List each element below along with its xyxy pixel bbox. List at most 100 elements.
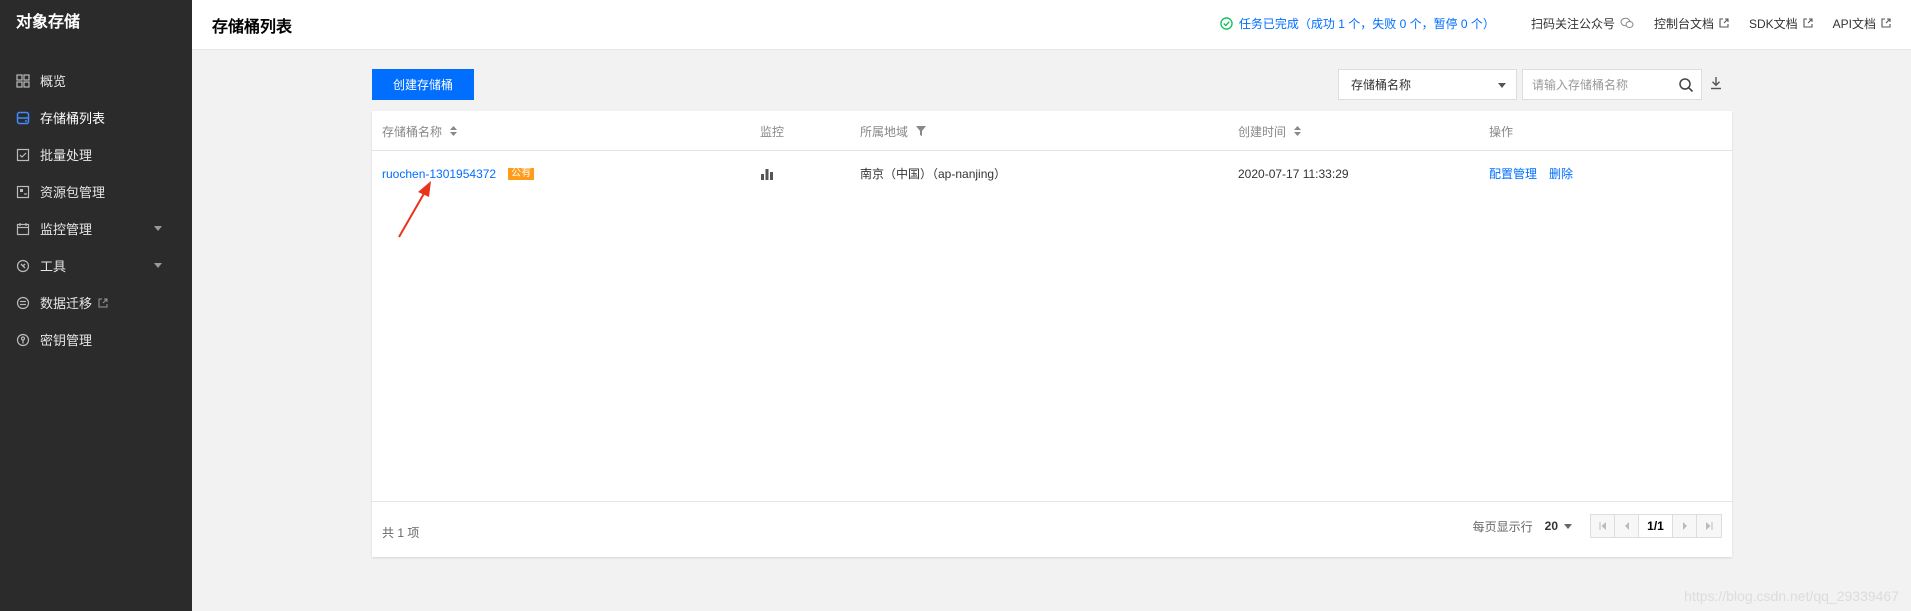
console-docs-link[interactable]: 控制台文档 xyxy=(1654,15,1729,32)
package-icon xyxy=(16,185,30,199)
sdk-docs-label: SDK文档 xyxy=(1748,16,1798,31)
sidebar-item-label: 存储桶列表 xyxy=(40,111,106,126)
next-page-icon xyxy=(1682,522,1687,530)
prev-page-icon xyxy=(1624,522,1629,530)
migrate-icon xyxy=(16,296,30,310)
column-monitor-label: 监控 xyxy=(760,124,785,139)
chevron-down-icon xyxy=(1498,83,1506,88)
filter-field-select[interactable]: 存储桶名称 xyxy=(1338,69,1517,100)
external-link-icon xyxy=(1881,18,1891,28)
table-row: ruochen-1301954372 公有 南京（中国）（ap-nanjing）… xyxy=(372,152,1732,195)
header-actions: 任务已完成（成功 1 个，失败 0 个，暂停 0 个） 扫码关注公众号 控制台文… xyxy=(1220,0,1911,46)
check-circle-icon xyxy=(1220,16,1233,30)
chevron-down-icon xyxy=(154,263,162,268)
sidebar-item-tools[interactable]: 工具 xyxy=(0,247,192,284)
sidebar-item-label: 概览 xyxy=(40,74,67,89)
sidebar-item-bucket-list[interactable]: 存储桶列表 xyxy=(0,99,192,136)
table-footer: 共 1 项 每页显示行 20 1/1 xyxy=(372,501,1732,557)
brand-title: 对象存储 xyxy=(16,14,81,31)
column-created-label: 创建时间 xyxy=(1238,124,1287,139)
sidebar-item-package[interactable]: 资源包管理 xyxy=(0,173,192,210)
prev-page-button[interactable] xyxy=(1615,515,1639,537)
table-header: 存储桶名称 监控 所属地域 创建时间 操作 xyxy=(372,111,1732,151)
sidebar-item-migration[interactable]: 数据迁移 xyxy=(0,284,192,321)
grid-icon xyxy=(16,73,30,88)
column-actions-label: 操作 xyxy=(1489,124,1514,139)
last-page-icon xyxy=(1706,522,1713,530)
column-header-monitor: 监控 xyxy=(760,111,784,151)
next-page-button[interactable] xyxy=(1673,515,1697,537)
bar-chart-icon[interactable] xyxy=(760,167,774,181)
sort-icon[interactable] xyxy=(450,126,458,136)
current-page: 1/1 xyxy=(1639,515,1673,537)
sidebar-item-label: 工具 xyxy=(40,259,67,274)
sdk-docs-link[interactable]: SDK文档 xyxy=(1749,15,1813,32)
batch-icon xyxy=(16,148,30,162)
console-docs-label: 控制台文档 xyxy=(1653,16,1714,31)
first-page-button[interactable] xyxy=(1591,515,1615,537)
sort-icon[interactable] xyxy=(1294,126,1302,136)
search-icon[interactable] xyxy=(1678,77,1694,93)
filter-icon[interactable] xyxy=(916,126,927,136)
task-status[interactable]: 任务已完成（成功 1 个，失败 0 个，暂停 0 个） xyxy=(1220,15,1495,32)
pagination: 每页显示行 20 1/1 xyxy=(1473,514,1722,538)
per-page-select[interactable]: 20 xyxy=(1545,519,1572,533)
region-cell: 南京（中国）（ap-nanjing） xyxy=(860,167,1007,181)
column-header-created[interactable]: 创建时间 xyxy=(1238,111,1302,151)
page-title: 存储桶列表 xyxy=(212,19,293,36)
api-docs-label: API文档 xyxy=(1832,16,1876,31)
calendar-icon xyxy=(16,222,30,236)
wechat-icon xyxy=(1620,17,1634,28)
page-controls: 1/1 xyxy=(1590,514,1722,538)
sidebar: 对象存储 概览 存储桶列表 批量处理 资源包管理 监控管理 工具 数据迁移 密钥… xyxy=(0,0,192,611)
chevron-down-icon xyxy=(154,226,162,231)
sidebar-item-label: 数据迁移 xyxy=(40,296,93,311)
watermark-text: https://blog.csdn.net/qq_29339467 xyxy=(1684,588,1899,604)
task-status-text: 任务已完成（成功 1 个，失败 0 个，暂停 0 个） xyxy=(1238,16,1495,31)
total-count: 共 1 项 xyxy=(382,526,420,540)
column-header-actions: 操作 xyxy=(1489,111,1513,151)
delete-link[interactable]: 删除 xyxy=(1549,165,1573,182)
external-link-icon xyxy=(1719,18,1729,28)
tool-icon xyxy=(16,259,30,273)
create-bucket-button[interactable]: 创建存储桶 xyxy=(372,69,474,100)
top-header: 存储桶列表 任务已完成（成功 1 个，失败 0 个，暂停 0 个） 扫码关注公众… xyxy=(192,0,1911,50)
per-page-value: 20 xyxy=(1544,519,1558,533)
bucket-name-link[interactable]: ruochen-1301954372 xyxy=(382,167,496,181)
search-input[interactable] xyxy=(1523,70,1673,99)
sidebar-item-label: 密钥管理 xyxy=(40,333,93,348)
wechat-follow-link[interactable]: 扫码关注公众号 xyxy=(1531,15,1634,32)
download-icon[interactable] xyxy=(1710,76,1722,90)
public-badge: 公有 xyxy=(508,167,535,180)
config-manage-link[interactable]: 配置管理 xyxy=(1489,165,1537,182)
column-name-label: 存储桶名称 xyxy=(382,124,443,139)
external-link-icon xyxy=(1803,18,1813,28)
bucket-table: 存储桶名称 监控 所属地域 创建时间 操作 ruochen-1301954372… xyxy=(372,111,1732,557)
external-link-icon xyxy=(98,298,108,308)
last-page-button[interactable] xyxy=(1697,515,1721,537)
column-header-name[interactable]: 存储桶名称 xyxy=(382,111,458,151)
sidebar-item-monitor[interactable]: 监控管理 xyxy=(0,210,192,247)
sidebar-item-label: 批量处理 xyxy=(40,148,93,163)
api-docs-link[interactable]: API文档 xyxy=(1833,15,1891,32)
created-time-cell: 2020-07-17 11:33:29 xyxy=(1238,166,1349,181)
column-region-label: 所属地域 xyxy=(860,124,909,139)
column-header-region[interactable]: 所属地域 xyxy=(860,111,927,151)
search-field xyxy=(1522,69,1702,100)
chevron-down-icon xyxy=(1564,523,1572,529)
first-page-icon xyxy=(1599,522,1606,530)
wechat-follow-label: 扫码关注公众号 xyxy=(1530,16,1615,31)
bucket-icon xyxy=(16,111,30,125)
sidebar-item-label: 监控管理 xyxy=(40,222,93,237)
sidebar-item-batch[interactable]: 批量处理 xyxy=(0,136,192,173)
sidebar-item-label: 资源包管理 xyxy=(40,185,106,200)
sidebar-item-keys[interactable]: 密钥管理 xyxy=(0,321,192,358)
sidebar-item-overview[interactable]: 概览 xyxy=(0,62,192,99)
annotation-arrow xyxy=(398,181,431,238)
sidebar-nav: 概览 存储桶列表 批量处理 资源包管理 监控管理 工具 数据迁移 密钥管理 xyxy=(0,62,192,358)
filter-field-value: 存储桶名称 xyxy=(1351,78,1412,92)
per-page-label: 每页显示行 xyxy=(1472,519,1533,534)
actions-cell: 配置管理 删除 xyxy=(1489,152,1585,195)
key-icon xyxy=(16,333,30,347)
monitor-cell xyxy=(760,152,774,195)
